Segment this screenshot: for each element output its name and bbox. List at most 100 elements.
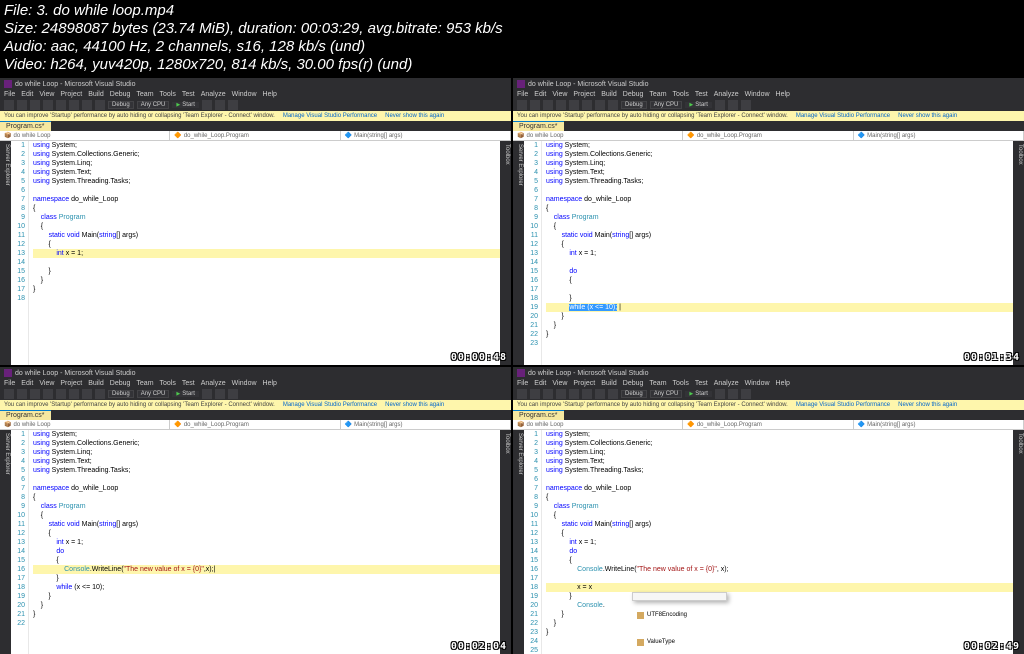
menu-debug[interactable]: Debug (110, 91, 131, 98)
menu-project[interactable]: Project (573, 91, 595, 98)
server-explorer-tab[interactable]: Server Explorer (513, 141, 524, 365)
tb-save-icon[interactable] (56, 100, 66, 110)
code-content[interactable]: using System; using System.Collections.G… (29, 430, 500, 654)
tb-misc-icon[interactable] (202, 100, 212, 110)
menu-test[interactable]: Test (182, 91, 195, 98)
menu-build[interactable]: Build (601, 380, 617, 387)
tb-icon[interactable] (517, 389, 527, 399)
config-dropdown[interactable]: Debug (621, 390, 647, 398)
menu-tools[interactable]: Tools (160, 91, 176, 98)
menu-view[interactable]: View (39, 91, 54, 98)
menu-tools[interactable]: Tools (160, 380, 176, 387)
nav-method[interactable]: 🔷 Main(string[] args) (341, 420, 511, 429)
menu-tools[interactable]: Tools (673, 91, 689, 98)
menu-debug[interactable]: Debug (110, 380, 131, 387)
code-editor[interactable]: 1234567891011121314151617181920212223242… (524, 430, 1013, 654)
server-explorer-tab[interactable]: Server Explorer (513, 430, 524, 654)
menu-file[interactable]: File (517, 91, 528, 98)
menu-help[interactable]: Help (776, 91, 790, 98)
intellisense-item[interactable]: ValueType (633, 638, 726, 647)
tb-icon[interactable] (56, 389, 66, 399)
menu-team[interactable]: Team (649, 380, 666, 387)
menu-window[interactable]: Window (232, 91, 257, 98)
menu-build[interactable]: Build (88, 91, 104, 98)
tb-icon[interactable] (517, 100, 527, 110)
nav-class[interactable]: 🔶 do_while_Loop.Program (170, 131, 340, 140)
platform-dropdown[interactable]: Any CPU (137, 390, 170, 398)
infobar-link-manage[interactable]: Manage Visual Studio Performance (283, 402, 377, 408)
tb-icon[interactable] (215, 389, 225, 399)
tb-saveall-icon[interactable] (69, 100, 79, 110)
menu-view[interactable]: View (552, 91, 567, 98)
menu-test[interactable]: Test (695, 91, 708, 98)
infobar-link-never[interactable]: Never show this again (385, 113, 444, 119)
menu-team[interactable]: Team (649, 91, 666, 98)
menu-window[interactable]: Window (232, 380, 257, 387)
toolbox-tab[interactable]: Toolbox (500, 141, 511, 365)
menu-file[interactable]: File (4, 380, 15, 387)
code-content[interactable]: using System; using System.Collections.G… (542, 141, 1013, 365)
infobar-link-never[interactable]: Never show this again (385, 402, 444, 408)
tb-icon[interactable] (608, 389, 618, 399)
start-button[interactable]: Start (172, 391, 199, 397)
start-button[interactable]: Start (172, 102, 199, 108)
tb-back-icon[interactable] (4, 100, 14, 110)
menu-team[interactable]: Team (136, 91, 153, 98)
menu-project[interactable]: Project (60, 380, 82, 387)
file-tab[interactable]: Program.cs* (513, 410, 564, 420)
tb-icon[interactable] (530, 389, 540, 399)
menu-debug[interactable]: Debug (623, 380, 644, 387)
tb-icon[interactable] (82, 389, 92, 399)
menu-analyze[interactable]: Analyze (714, 380, 739, 387)
tb-icon[interactable] (30, 389, 40, 399)
nav-class[interactable]: 🔶 do_while_Loop.Program (170, 420, 340, 429)
tb-icon[interactable] (556, 100, 566, 110)
config-dropdown[interactable]: Debug (621, 101, 647, 109)
code-content[interactable]: using System; using System.Collections.G… (29, 141, 500, 365)
tb-icon[interactable] (741, 389, 751, 399)
menu-bar[interactable]: FileEditViewProjectBuildDebugTeamToolsTe… (513, 90, 1024, 99)
platform-dropdown[interactable]: Any CPU (650, 390, 683, 398)
tb-icon[interactable] (569, 100, 579, 110)
tb-undo-icon[interactable] (82, 100, 92, 110)
tb-icon[interactable] (69, 389, 79, 399)
tb-icon[interactable] (17, 389, 27, 399)
menu-tools[interactable]: Tools (673, 380, 689, 387)
platform-dropdown[interactable]: Any CPU (137, 101, 170, 109)
tb-icon[interactable] (202, 389, 212, 399)
menu-help[interactable]: Help (263, 91, 277, 98)
infobar-link-manage[interactable]: Manage Visual Studio Performance (796, 113, 890, 119)
menu-edit[interactable]: Edit (534, 380, 546, 387)
tb-open-icon[interactable] (43, 100, 53, 110)
intellisense-popup[interactable]: UTF8Encoding ValueType Version WeakRefer… (632, 592, 727, 601)
infobar-link-manage[interactable]: Manage Visual Studio Performance (283, 113, 377, 119)
tb-icon[interactable] (43, 389, 53, 399)
toolbox-tab[interactable]: Toolbox (1013, 430, 1024, 654)
tb-icon[interactable] (582, 100, 592, 110)
tb-icon[interactable] (530, 100, 540, 110)
file-tab[interactable]: Program.cs* (513, 121, 564, 131)
tb-icon[interactable] (4, 389, 14, 399)
tb-new-icon[interactable] (30, 100, 40, 110)
nav-project[interactable]: 📦 do while Loop (0, 420, 170, 429)
server-explorer-tab[interactable]: Server Explorer (0, 141, 11, 365)
menu-window[interactable]: Window (745, 91, 770, 98)
nav-project[interactable]: 📦 do while Loop (513, 131, 683, 140)
infobar-link-never[interactable]: Never show this again (898, 402, 957, 408)
nav-project[interactable]: 📦 do while Loop (513, 420, 683, 429)
tb-icon[interactable] (95, 389, 105, 399)
config-dropdown[interactable]: Debug (108, 390, 134, 398)
menu-analyze[interactable]: Analyze (714, 91, 739, 98)
tb-icon[interactable] (228, 389, 238, 399)
menu-team[interactable]: Team (136, 380, 153, 387)
code-editor[interactable]: 1234567891011121314151617181920212223 us… (524, 141, 1013, 365)
menu-build[interactable]: Build (88, 380, 104, 387)
tb-icon[interactable] (595, 389, 605, 399)
menu-build[interactable]: Build (601, 91, 617, 98)
tb-icon[interactable] (569, 389, 579, 399)
code-editor[interactable]: 12345678910111213141516171819202122 usin… (11, 430, 500, 654)
intellisense-item[interactable]: UTF8Encoding (633, 611, 726, 620)
tb-icon[interactable] (582, 389, 592, 399)
tb-icon[interactable] (543, 100, 553, 110)
tb-icon[interactable] (728, 389, 738, 399)
